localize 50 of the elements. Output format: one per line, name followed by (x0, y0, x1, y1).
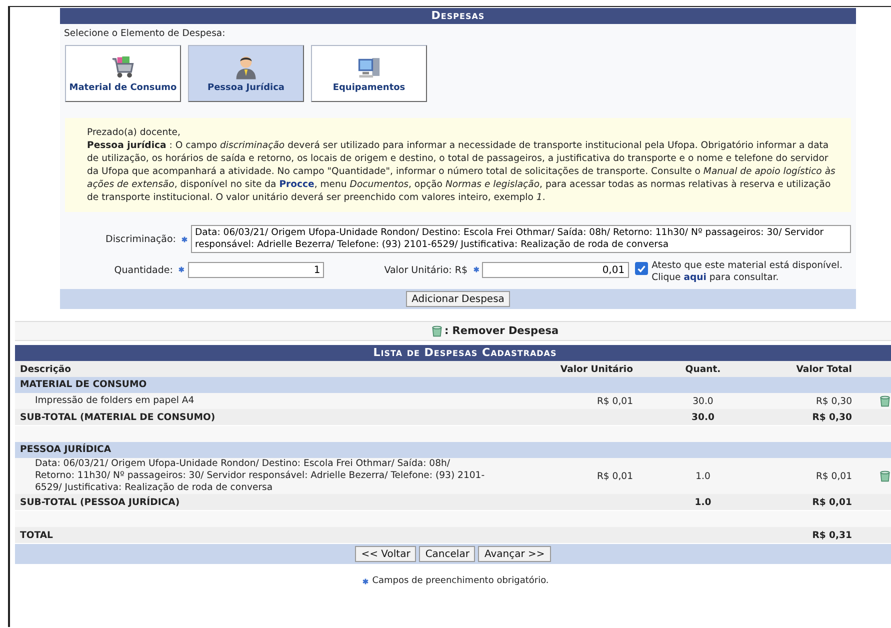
trash-icon[interactable] (879, 470, 891, 482)
quantity-field[interactable]: 1 (188, 262, 324, 278)
subtotal-label: SUB-TOTAL (PESSOA JURÍDICA) (19, 496, 181, 508)
table-cell-text: R$ 0,30 (814, 396, 853, 406)
group-header: MATERIAL DE CONSUMO (15, 377, 891, 393)
category-tab[interactable]: Pessoa Jurídica (188, 45, 304, 102)
nav-button[interactable]: << Voltar (355, 546, 416, 562)
table-cell-text: R$ 0,31 (811, 530, 853, 540)
prompt-label: Selecione o Elemento de Despesa: (63, 27, 226, 41)
nav-button[interactable]: Avançar >> (478, 546, 551, 562)
column-header: Valor Total (795, 364, 853, 374)
table-cell-text: Data: 06/03/21/ Origem Ufopa-Unidade Rondon/ Destino: Escola Frei Othmar/ Saída: 08h/ Retorno: 11h30/ Nº passageiros: 30/ Servidor responsável: Adrielle Bezerra/ Telefone: (93) 2101-6529/ Justificativa: Realização de roda de conversa (34, 458, 486, 494)
instructions-text: Pessoa jurídica : O campo discriminação deverá ser utilizado para informar a necessidade de transporte institucional pela Ufopa. Obrigatório informar a data de utilização, os horários de saída e retorno, os locais de origem e destino, o total de passageiros, a justificativa do transporte e o nome e telefone do servidor da Ufopa que acompanhará a atividade. No campo "Quantidade", informar o número total de solicitações de transporte. Consulte o Manual de apoio logístico às ações de extensão, disponível no site da Procce, menu Documentos, opção Normas e legislação, para acessar todas as normas relativas à reserva e utilização de transporte institucional. O valor unitário deverá ser preenchido com valores inteiro, exemplo 1. (87, 139, 836, 204)
add-expense-button[interactable]: Adicionar Despesa (406, 291, 510, 307)
shopping-cart-icon (110, 54, 136, 80)
table-cell-text: 30.0 (690, 412, 716, 422)
field-label: Valor Unitário: R$ (384, 264, 468, 276)
nav-button[interactable]: Cancelar (419, 546, 476, 562)
table-cell-text: R$ 0,01 (596, 470, 634, 482)
category-tab[interactable]: Equipamentos (311, 45, 427, 102)
greeting-text: Prezado(a) docente, (87, 126, 182, 139)
table-cell-text: 1.0 (694, 496, 712, 508)
footnote-text: Campos de preenchimento obrigatório. (372, 576, 549, 586)
column-header: Quant. (684, 364, 722, 374)
table-cell-text: Impressão de folders em papel A4 (34, 395, 196, 407)
procce-link[interactable]: Procce (279, 179, 314, 190)
attest-text: Atesto que este material está disponível. Clique aqui para consultar. (652, 260, 844, 284)
legend-text: : Remover Despesa (444, 325, 559, 337)
subtotal-label: SUB-TOTAL (MATERIAL DE CONSUMO) (19, 412, 216, 422)
table-title: Lista de Despesas Cadastradas (15, 345, 891, 361)
consult-link[interactable]: aqui (684, 272, 706, 283)
table-cell-text: 1.0 (694, 470, 712, 482)
field-label: Quantidade: (113, 264, 173, 276)
table-cell-text: R$ 0,01 (811, 496, 853, 508)
column-header: Valor Unitário (559, 364, 634, 374)
table-cell-text: R$ 0,01 (814, 470, 853, 482)
trash-icon[interactable] (879, 395, 891, 407)
column-header: Descrição (19, 364, 72, 374)
unit-value-field[interactable]: 0,01 (482, 262, 629, 278)
table-cell-text: 30.0 (692, 396, 714, 406)
panel-title: Despesas (60, 8, 856, 24)
table-cell-text: R$ 0,01 (596, 396, 634, 406)
attest-checkbox[interactable] (634, 262, 648, 275)
group-header: PESSOA JURÍDICA (15, 442, 891, 458)
category-tab[interactable]: Material de Consumo (65, 45, 181, 102)
description-field[interactable]: Data: 06/03/21/ Origem Ufopa-Unidade Rondon/ Destino: Escola Frei Othmar/ Saída: 08h/ Retorno: 11h30/ Nº passageiros: 30/ Servidor responsável: Adrielle Bezerra/ Telefone: (93) 2101-6529/ Justificativa: Realização de roda de conversa (191, 225, 851, 253)
trash-icon (431, 325, 444, 337)
table-cell-text: R$ 0,30 (811, 412, 853, 422)
total-label: TOTAL (19, 530, 54, 540)
field-label: Discriminação: (104, 234, 176, 244)
